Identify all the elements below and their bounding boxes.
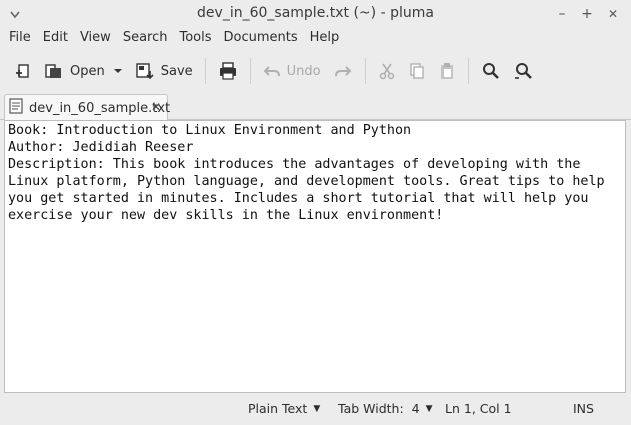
language-label: Plain Text <box>248 401 308 416</box>
search-icon <box>481 61 501 81</box>
minimize-button[interactable]: – <box>553 5 571 23</box>
redo-icon <box>333 64 353 78</box>
menu-view[interactable]: View <box>74 28 117 48</box>
toolbar-separator <box>204 58 206 84</box>
open-label: Open <box>70 63 105 79</box>
open-folder-icon <box>44 62 64 80</box>
toolbar-separator <box>467 58 469 84</box>
menu-bar: File Edit View Search Tools Documents He… <box>0 28 631 48</box>
cut-icon <box>378 62 396 80</box>
toolbar-separator <box>249 58 251 84</box>
editor-line: exercise your new dev skills in the Linu… <box>8 208 444 223</box>
editor-line: Author: Jedidiah Reeser <box>8 140 194 155</box>
editor-line: Description: This book introduces the ad… <box>8 157 581 172</box>
print-icon <box>218 62 238 80</box>
cursor-position: Ln 1, Col 1 <box>445 401 512 416</box>
insert-mode: INS <box>573 401 594 416</box>
new-document-icon <box>14 62 32 80</box>
menu-search[interactable]: Search <box>117 28 174 48</box>
cut-button[interactable] <box>372 56 402 86</box>
open-button[interactable]: Open <box>38 56 111 86</box>
chevron-down-icon: ▼ <box>313 403 321 414</box>
undo-label: Undo <box>286 63 321 79</box>
paste-icon <box>438 62 456 80</box>
menu-documents[interactable]: Documents <box>218 28 304 48</box>
copy-icon <box>408 62 426 80</box>
toolbar: Open Save Undo <box>0 52 631 90</box>
menu-edit[interactable]: Edit <box>37 28 74 48</box>
chevron-down-icon <box>113 67 123 75</box>
find-replace-button[interactable] <box>507 56 539 86</box>
status-bar: Plain Text ▼ Tab Width: 4 ▼ Ln 1, Col 1 … <box>0 396 631 422</box>
maximize-button[interactable]: + <box>578 5 596 23</box>
undo-icon <box>263 64 281 78</box>
text-file-icon <box>9 98 23 118</box>
redo-button[interactable] <box>327 56 359 86</box>
tab-bar: dev_in_60_sample.txt ✕ <box>0 92 631 121</box>
tab-width-selector[interactable]: Tab Width: 4 ▼ <box>338 401 432 416</box>
find-button[interactable] <box>475 56 507 86</box>
menu-file[interactable]: File <box>3 28 37 48</box>
window-title: dev_in_60_sample.txt (~) - pluma <box>197 5 434 21</box>
tab-label: dev_in_60_sample.txt <box>29 100 171 116</box>
chevron-down-icon: ▼ <box>425 403 433 414</box>
search-replace-icon <box>513 61 533 81</box>
open-recent-dropdown[interactable] <box>111 56 129 86</box>
undo-button[interactable]: Undo <box>257 56 327 86</box>
close-tab-button[interactable]: ✕ <box>151 100 161 114</box>
save-label: Save <box>160 63 193 79</box>
editor-line: Book: Introduction to Linux Environment … <box>8 123 412 138</box>
text-editor[interactable]: Book: Introduction to Linux Environment … <box>4 120 626 393</box>
editor-line: Linux platform, Python language, and dev… <box>8 174 605 189</box>
save-button[interactable]: Save <box>129 56 199 86</box>
tab-document[interactable]: dev_in_60_sample.txt ✕ <box>4 94 171 121</box>
paste-button[interactable] <box>432 56 462 86</box>
menu-tools[interactable]: Tools <box>173 28 217 48</box>
new-document-button[interactable] <box>8 56 38 86</box>
editor-line: you get started in minutes. Includes a s… <box>8 191 589 206</box>
language-selector[interactable]: Plain Text ▼ <box>248 401 320 416</box>
toolbar-separator <box>364 58 366 84</box>
title-bar: dev_in_60_sample.txt (~) - pluma – + ✕ <box>0 0 631 28</box>
copy-button[interactable] <box>402 56 432 86</box>
tab-width-label: Tab Width: 4 <box>338 401 420 416</box>
menu-help[interactable]: Help <box>304 28 346 48</box>
close-window-button[interactable]: ✕ <box>604 5 622 23</box>
print-button[interactable] <box>212 56 244 86</box>
save-icon <box>135 62 155 80</box>
